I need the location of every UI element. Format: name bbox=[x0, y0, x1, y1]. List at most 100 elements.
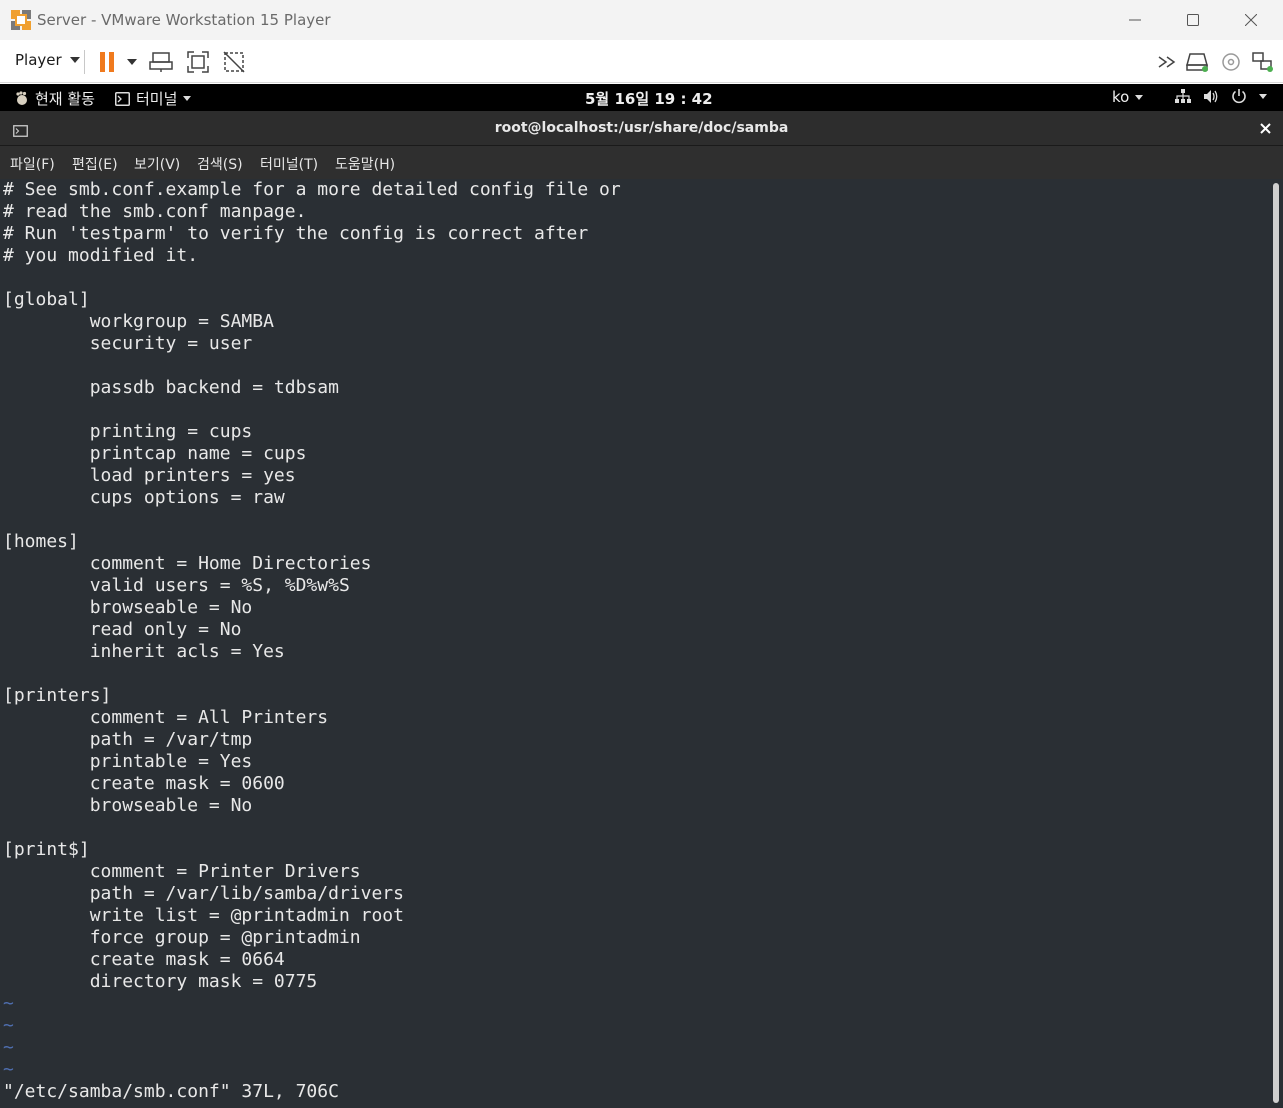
volume-icon bbox=[1204, 89, 1218, 103]
terminal-line: load printers = yes bbox=[3, 465, 296, 486]
close-button[interactable] bbox=[1222, 0, 1280, 40]
chevron-down-icon bbox=[1135, 94, 1144, 100]
pause-icon bbox=[100, 52, 114, 72]
minimize-button[interactable] bbox=[1106, 0, 1164, 40]
gnome-top-bar: 현재 활동 터미널 5월 16일 19 : 42 ko bbox=[0, 84, 1283, 111]
unity-mode-button[interactable] bbox=[220, 48, 248, 76]
toolbar-divider bbox=[84, 50, 85, 74]
terminal-line: # you modified it. bbox=[3, 245, 199, 266]
fullscreen-icon bbox=[187, 51, 209, 73]
menu-help[interactable]: 도움말(H) bbox=[335, 154, 395, 174]
terminal-line: [print$] bbox=[3, 839, 90, 860]
terminal-scrollbar[interactable] bbox=[1273, 183, 1279, 1103]
player-menu[interactable]: Player bbox=[15, 51, 80, 69]
keyboard-shortcut-icon bbox=[149, 52, 173, 72]
terminal-line: directory mask = 0775 bbox=[3, 971, 318, 992]
menu-file[interactable]: 파일(F) bbox=[10, 154, 55, 174]
power-icon bbox=[1232, 89, 1246, 104]
hard-disk-button[interactable] bbox=[1184, 48, 1212, 76]
terminal-line: cups options = raw bbox=[3, 487, 285, 508]
network-adapter-button[interactable] bbox=[1249, 48, 1277, 76]
terminal-line: printable = Yes bbox=[3, 751, 253, 772]
terminal-line: # read the smb.conf manpage. bbox=[3, 201, 307, 222]
menu-view[interactable]: 보기(V) bbox=[134, 154, 180, 174]
vim-empty-line-marker: ~ bbox=[3, 1037, 14, 1058]
gnome-foot-icon bbox=[16, 91, 27, 105]
terminal-line: create mask = 0600 bbox=[3, 773, 285, 794]
terminal-line: comment = Printer Drivers bbox=[3, 861, 361, 882]
terminal-line: comment = Home Directories bbox=[3, 553, 372, 574]
terminal-app-icon bbox=[115, 91, 130, 106]
system-status-menu[interactable] bbox=[1175, 88, 1267, 104]
expand-toolbar-button[interactable] bbox=[1154, 48, 1182, 76]
hard-disk-icon bbox=[1186, 53, 1208, 72]
send-ctrl-alt-del-button[interactable] bbox=[147, 48, 175, 76]
player-menu-label: Player bbox=[15, 51, 62, 69]
menu-search[interactable]: 검색(S) bbox=[197, 154, 243, 174]
close-icon bbox=[1260, 123, 1271, 134]
app-menu-terminal[interactable]: 터미널 bbox=[115, 88, 192, 109]
terminal-line: printcap name = cups bbox=[3, 443, 307, 464]
clock-label: 5월 16일 19 : 42 bbox=[585, 90, 713, 108]
terminal-close-button[interactable] bbox=[1260, 119, 1271, 138]
terminal-line: [printers] bbox=[3, 685, 112, 706]
pause-dropdown-button[interactable] bbox=[118, 48, 146, 76]
menu-terminal[interactable]: 터미널(T) bbox=[260, 154, 318, 174]
close-icon bbox=[1245, 14, 1257, 26]
terminal-line: passdb backend = tdbsam bbox=[3, 377, 339, 398]
terminal-title: root@localhost:/usr/share/doc/samba bbox=[494, 120, 789, 136]
activities-button[interactable]: 현재 활동 bbox=[14, 88, 95, 109]
minimize-icon bbox=[1129, 19, 1141, 21]
terminal-text: # See smb.conf.example for a more detail… bbox=[3, 179, 621, 1081]
app-menu-label: 터미널 bbox=[136, 90, 178, 108]
terminal-headerbar: root@localhost:/usr/share/doc/samba bbox=[0, 111, 1283, 146]
vim-empty-line-marker: ~ bbox=[3, 993, 14, 1014]
terminal-content[interactable]: # See smb.conf.example for a more detail… bbox=[0, 179, 1283, 1108]
chevron-down-icon bbox=[127, 59, 137, 65]
cd-icon bbox=[1222, 53, 1240, 71]
terminal-line: # Run 'testparm' to verify the config is… bbox=[3, 223, 589, 244]
vmware-logo-icon bbox=[10, 9, 32, 31]
input-method-label: ko bbox=[1112, 88, 1130, 106]
terminal-menubar: 파일(F) 편집(E) 보기(V) 검색(S) 터미널(T) 도움말(H) bbox=[0, 146, 1283, 179]
fullscreen-button[interactable] bbox=[184, 48, 212, 76]
terminal-line: valid users = %S, %D%w%S bbox=[3, 575, 350, 596]
window-titlebar: Server - VMware Workstation 15 Player bbox=[0, 0, 1283, 40]
double-chevron-right-icon bbox=[1158, 56, 1176, 68]
terminal-line: printing = cups bbox=[3, 421, 253, 442]
clock[interactable]: 5월 16일 19 : 42 bbox=[585, 88, 713, 109]
vim-status-line: "/etc/samba/smb.conf" 37L, 706C bbox=[3, 1081, 339, 1102]
chevron-down-icon bbox=[1259, 93, 1267, 99]
terminal-line: force group = @printadmin bbox=[3, 927, 361, 948]
network-adapter-icon bbox=[1252, 52, 1273, 72]
terminal-line: write list = @printadmin root bbox=[3, 905, 404, 926]
terminal-line: browseable = No bbox=[3, 795, 253, 816]
terminal-line: security = user bbox=[3, 333, 253, 354]
terminal-line: [homes] bbox=[3, 531, 79, 552]
cd-dvd-button[interactable] bbox=[1217, 48, 1245, 76]
input-method-menu[interactable]: ko bbox=[1112, 88, 1144, 106]
unity-icon bbox=[223, 51, 245, 73]
chevron-down-icon bbox=[69, 57, 80, 63]
activities-label: 현재 활동 bbox=[35, 90, 95, 108]
maximize-button[interactable] bbox=[1164, 0, 1222, 40]
terminal-line: # See smb.conf.example for a more detail… bbox=[3, 179, 621, 200]
menu-edit[interactable]: 편집(E) bbox=[72, 154, 118, 174]
terminal-line: read only = No bbox=[3, 619, 242, 640]
window-title: Server - VMware Workstation 15 Player bbox=[37, 11, 331, 29]
vim-empty-line-marker: ~ bbox=[3, 1015, 14, 1036]
network-wired-icon bbox=[1175, 88, 1191, 103]
terminal-line: browseable = No bbox=[3, 597, 253, 618]
terminal-line: comment = All Printers bbox=[3, 707, 329, 728]
vim-empty-line-marker: ~ bbox=[3, 1059, 14, 1080]
terminal-line: path = /var/lib/samba/drivers bbox=[3, 883, 404, 904]
terminal-line: create mask = 0664 bbox=[3, 949, 285, 970]
vmware-toolbar: Player bbox=[0, 40, 1283, 83]
terminal-line: workgroup = SAMBA bbox=[3, 311, 274, 332]
